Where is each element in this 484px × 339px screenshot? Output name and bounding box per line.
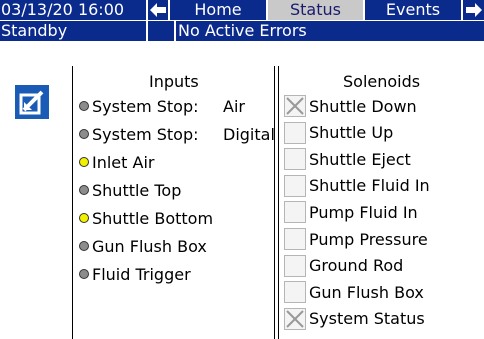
solenoid-label: Gun Flush Box (309, 282, 424, 302)
input-row: System Stop: Digital (79, 121, 275, 147)
input-label: Inlet Air (92, 152, 155, 172)
indicator-off-icon (79, 129, 89, 139)
arrow-right-icon (465, 3, 482, 17)
prev-screen-button[interactable] (148, 0, 168, 20)
input-label: Shuttle Bottom (92, 208, 214, 228)
middle-pane-divider-2 (278, 66, 279, 339)
checkbox-checked-icon[interactable] (284, 95, 306, 117)
checkbox-checked-icon[interactable] (284, 307, 306, 330)
tab-events[interactable]: Events (365, 0, 461, 20)
solenoids-title: Solenoids (343, 72, 421, 91)
solenoid-row[interactable]: Ground Rod (284, 253, 403, 279)
input-label: Fluid Trigger (92, 264, 191, 284)
next-screen-button[interactable] (463, 0, 484, 20)
top-nav-bar: 03/13/20 16:00 Home Status Events (0, 0, 484, 20)
datetime-display: 03/13/20 16:00 (0, 0, 146, 20)
checkbox-empty-icon[interactable] (284, 148, 306, 171)
status-indicator-blank (148, 21, 174, 41)
solenoid-label: Pump Pressure (309, 229, 428, 249)
input-row: Inlet Air (79, 149, 154, 175)
active-errors-text: No Active Errors (176, 21, 484, 41)
system-mode: Standby (0, 21, 146, 41)
input-row: System Stop: Air (79, 93, 245, 119)
solenoid-row[interactable]: Shuttle Down (284, 93, 417, 119)
input-label: Gun Flush Box (92, 236, 207, 256)
indicator-on-icon (79, 213, 89, 223)
input-row: Fluid Trigger (79, 261, 191, 287)
input-value: Air (223, 96, 245, 116)
solenoid-row[interactable]: Gun Flush Box (284, 279, 424, 305)
indicator-off-icon (79, 241, 89, 251)
input-row: Shuttle Top (79, 177, 181, 203)
checkbox-empty-icon[interactable] (284, 201, 306, 224)
input-row: Gun Flush Box (79, 233, 207, 259)
indicator-off-icon (79, 101, 89, 111)
solenoid-label: Shuttle Down (309, 96, 417, 116)
input-label: Shuttle Top (92, 180, 182, 200)
input-row: Shuttle Bottom (79, 205, 213, 231)
checkbox-empty-icon[interactable] (284, 281, 306, 304)
status-bar: Standby No Active Errors (0, 21, 484, 41)
solenoid-row[interactable]: Shuttle Up (284, 120, 393, 146)
inputs-title: Inputs (149, 72, 199, 91)
input-label: System Stop: (92, 96, 199, 116)
solenoid-row[interactable]: Pump Fluid In (284, 199, 418, 225)
edit-checkbox-icon (15, 85, 49, 119)
edit-toggle-button[interactable] (15, 85, 49, 119)
input-label: System Stop: (92, 124, 199, 144)
solenoid-label: Pump Fluid In (309, 202, 418, 222)
checkbox-empty-icon[interactable] (284, 254, 306, 277)
solenoid-row[interactable]: Shuttle Eject (284, 146, 411, 172)
tab-status[interactable]: Status (268, 0, 363, 20)
solenoid-label: Shuttle Eject (309, 149, 411, 169)
checkbox-empty-icon[interactable] (284, 174, 306, 197)
solenoid-label: Ground Rod (309, 256, 404, 276)
tab-home[interactable]: Home (170, 0, 266, 20)
solenoid-row[interactable]: Shuttle Fluid In (284, 173, 430, 199)
checkbox-empty-icon[interactable] (284, 121, 306, 144)
solenoid-row[interactable]: System Status (284, 306, 425, 332)
solenoid-row[interactable]: Pump Pressure (284, 226, 428, 252)
solenoid-label: System Status (309, 309, 425, 329)
input-value: Digital (223, 124, 275, 144)
solenoid-label: Shuttle Up (309, 123, 394, 143)
left-pane-divider (72, 66, 73, 339)
checkbox-empty-icon[interactable] (284, 228, 306, 250)
arrow-left-icon (150, 3, 166, 17)
indicator-off-icon (79, 185, 89, 195)
indicator-off-icon (79, 269, 89, 279)
middle-pane-divider-1 (274, 66, 275, 339)
indicator-on-icon (79, 157, 89, 167)
solenoid-label: Shuttle Fluid In (309, 176, 430, 196)
